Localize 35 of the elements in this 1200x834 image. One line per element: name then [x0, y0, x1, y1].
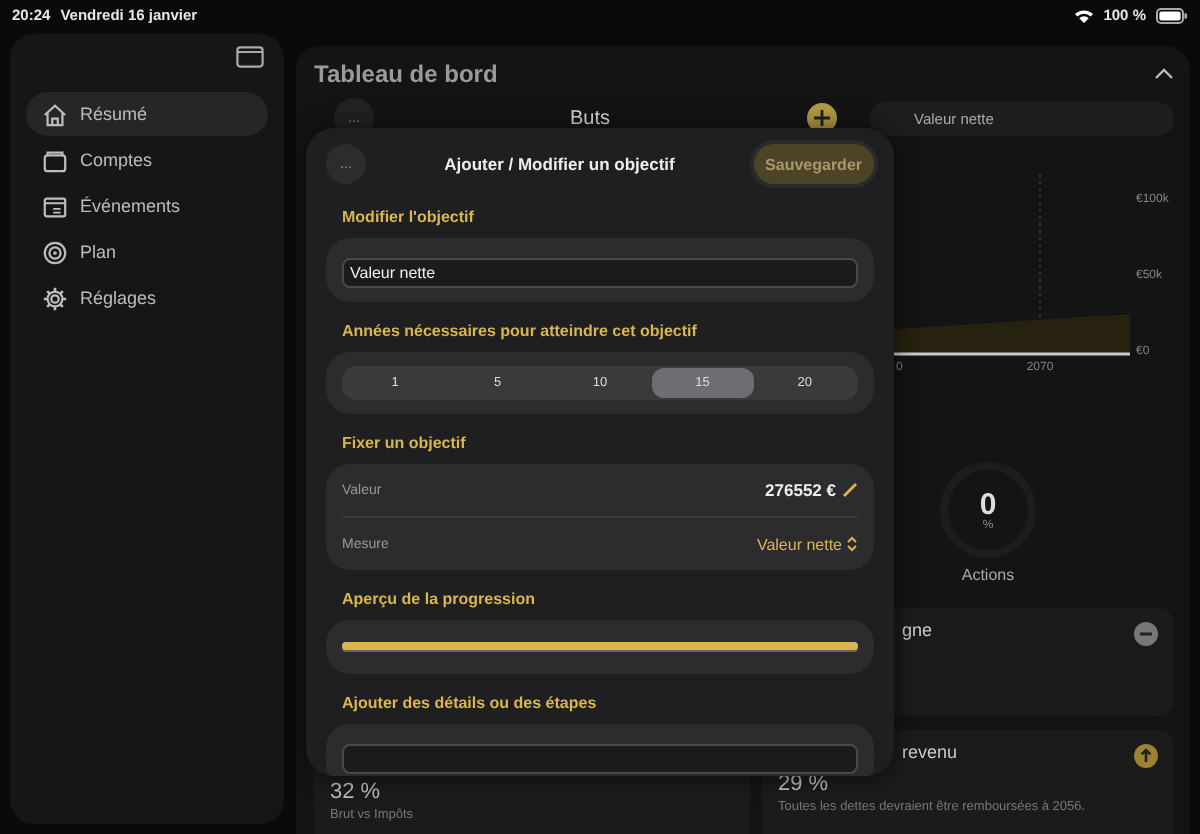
dialog-title: Ajouter / Modifier un objectif [442, 154, 677, 174]
battery-icon [1156, 7, 1188, 23]
section-heading: Aperçu de la progression [342, 590, 537, 608]
measure-picker[interactable]: Valeur nette [756, 535, 858, 553]
stat-value: 32 % [330, 780, 383, 804]
sidebar-toggle-icon[interactable] [236, 46, 264, 68]
gauge-label: Actions [961, 566, 1015, 584]
section-heading: Ajouter des détails ou des étapes [342, 694, 599, 712]
section-heading: Fixer un objectif [342, 434, 468, 452]
home-icon [42, 101, 68, 127]
target-icon [42, 239, 68, 265]
settings-icon [42, 285, 68, 311]
section-heading: Modifier l'objectif [342, 208, 476, 226]
section-heading: Années nécessaires pour atteindre cet objectif [342, 322, 699, 340]
wifi-icon [1073, 7, 1094, 23]
gauge-value: 0 [979, 489, 997, 519]
calendar-icon [42, 193, 68, 219]
chevron-up-icon[interactable] [1154, 68, 1174, 80]
card-title: revenu [902, 742, 960, 762]
wallet-icon [42, 147, 68, 173]
pencil-icon[interactable] [842, 482, 858, 498]
sidebar-item[interactable]: Réglages [26, 276, 268, 320]
section-title: Buts [569, 107, 610, 129]
input-field[interactable]: Valeur nette [342, 258, 858, 288]
sidebar-item[interactable]: Plan [26, 230, 268, 274]
input-field[interactable] [342, 744, 858, 774]
arrow-up-icon[interactable] [1134, 744, 1158, 768]
sidebar-item[interactable]: Événements [26, 184, 268, 228]
page-title: Tableau de bord [314, 60, 498, 88]
card-title: gne [902, 620, 935, 640]
row-value: 276552 € [765, 480, 836, 500]
sidebar-item[interactable]: Résumé [26, 92, 268, 136]
sidebar-item[interactable]: Comptes [26, 138, 268, 182]
minus-icon[interactable] [1134, 622, 1158, 646]
chevron-updown-icon [846, 536, 858, 552]
